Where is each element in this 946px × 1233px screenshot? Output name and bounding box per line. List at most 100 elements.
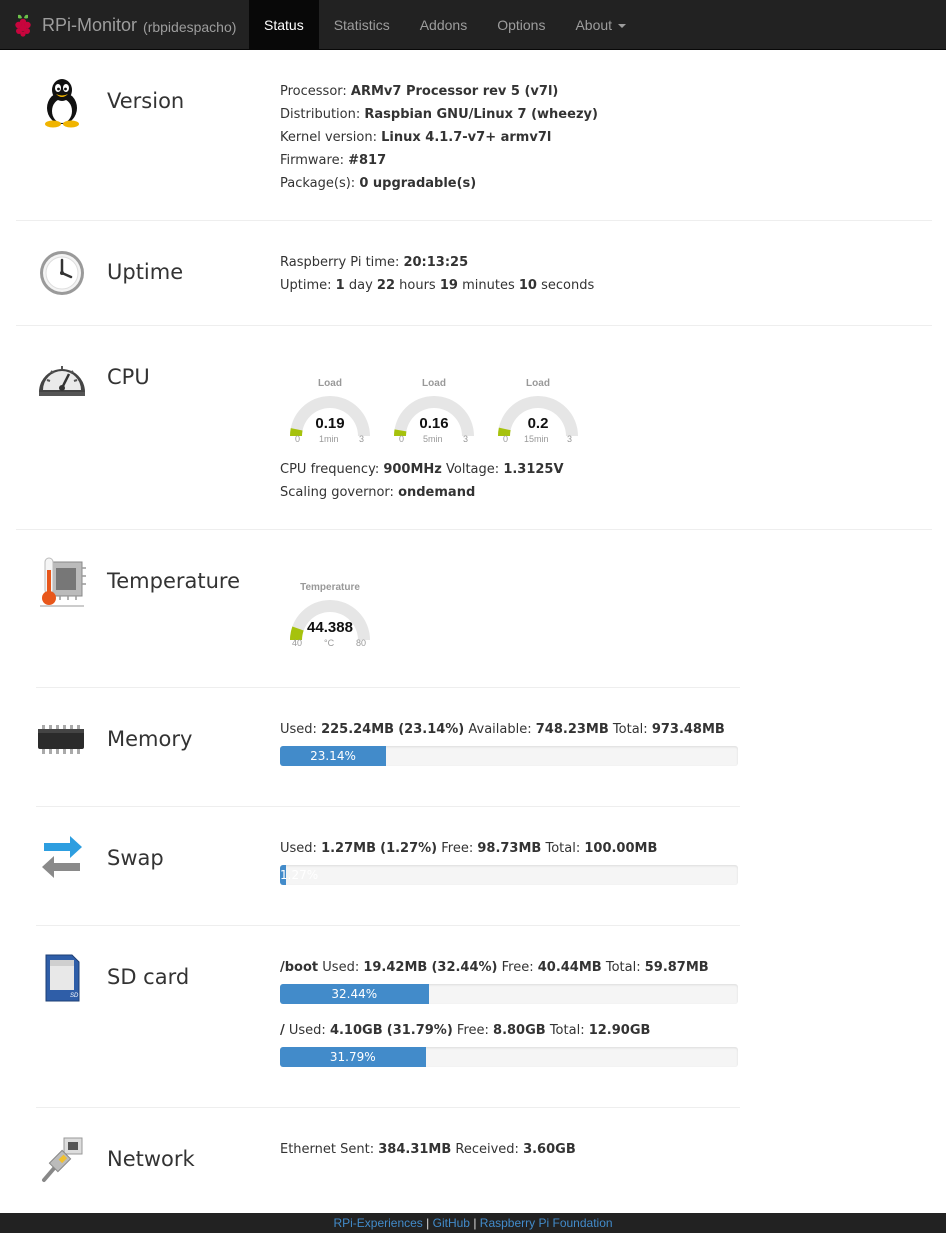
divider [36, 806, 740, 807]
gauge-title: Load [318, 378, 342, 389]
dashboard-gauge-icon [39, 366, 85, 396]
boot-used-pct: (32.44%) [431, 960, 498, 975]
cpu-frequency-value: 900MHz [383, 462, 442, 477]
cpu-title: CPU [107, 365, 150, 389]
memory-progress-fill: 23.14% [280, 746, 386, 766]
memory-info: Used: 225.24MB (23.14%) Available: 748.2… [280, 718, 725, 741]
boot-used-value: 19.42MB [363, 960, 428, 975]
divider [36, 1107, 740, 1108]
temperature-title: Temperature [107, 569, 241, 593]
divider [16, 529, 932, 530]
divider [16, 220, 932, 221]
cpu-info: CPU frequency: 900MHz Voltage: 1.3125V S… [280, 458, 564, 504]
cpu-load-gauge-15min: Load 0.2 0 15min 3 [488, 378, 588, 453]
nav-options[interactable]: Options [482, 0, 560, 50]
navbar: RPi-Monitor (rbpidespacho) Status Statis… [0, 0, 946, 50]
gauge-max: 3 [463, 434, 469, 444]
gauge-value: 0.19 [315, 415, 345, 432]
gauge-title: Load [526, 378, 550, 389]
sdcard-boot-info: /boot Used: 19.42MB (32.44%) Free: 40.44… [280, 956, 709, 979]
sdcard-root-info: / Used: 4.10GB (31.79%) Free: 8.80GB Tot… [280, 1019, 650, 1042]
root-total-value: 12.90GB [588, 1023, 651, 1038]
memory-usage-row: Used: 225.24MB (23.14%) Available: 748.2… [280, 722, 725, 737]
gauge-max: 3 [359, 434, 365, 444]
sd-card-icon: SD [45, 954, 80, 1002]
root-usage-row: / Used: 4.10GB (31.79%) Free: 8.80GB Tot… [280, 1023, 651, 1038]
footer-link-rpi-experiences[interactable]: RPi-Experiences [333, 1216, 422, 1230]
memory-used-value: 225.24MB [321, 722, 395, 737]
footer-link-github[interactable]: GitHub [433, 1216, 470, 1230]
gauge-title: Load [422, 378, 446, 389]
gauge-label: 15min [524, 434, 549, 444]
gauge-min: 0 [503, 434, 509, 444]
footer-link-raspberry-pi-foundation[interactable]: Raspberry Pi Foundation [480, 1216, 613, 1230]
processor-row: Processor: ARMv7 Processor rev 5 (v7l) [280, 84, 559, 99]
brand-name: RPi-Monitor [42, 14, 138, 35]
gauge-max: 3 [567, 434, 573, 444]
boot-progress-bar: 32.44% [280, 984, 738, 1004]
root-progress-bar: 31.79% [280, 1047, 738, 1067]
root-mount: / [280, 1023, 285, 1038]
firmware-row: Firmware: #817 [280, 153, 387, 168]
caret-down-icon [618, 24, 627, 28]
gauge-title: Temperature [300, 582, 360, 593]
kernel-row: Kernel version: Linux 4.1.7-v7+ armv7l [280, 130, 552, 145]
temperature-gauge: Temperature 44.388 40 °C 80 [280, 582, 380, 657]
sdcard-title: SD card [107, 965, 190, 989]
footer: RPi-Experiences | GitHub | Raspberry Pi … [0, 1213, 946, 1233]
boot-free-value: 40.44MB [537, 960, 602, 975]
memory-total-value: 973.48MB [651, 722, 725, 737]
nav-statistics[interactable]: Statistics [319, 0, 405, 50]
nav-about-dropdown[interactable]: About [560, 0, 641, 50]
swap-used-value: 1.27MB [321, 841, 376, 856]
boot-progress-fill: 32.44% [280, 984, 429, 1004]
memory-used-pct: (23.14%) [398, 722, 465, 737]
packages-row: Package(s): 0 upgradable(s) [280, 176, 477, 191]
cpu-thermometer-icon [40, 557, 86, 607]
main-nav: Status Statistics Addons Options About [249, 0, 641, 50]
footer-separator: | [473, 1216, 477, 1230]
swap-title: Swap [107, 846, 164, 870]
root-progress-fill: 31.79% [280, 1047, 426, 1067]
gauge-label: 5min [423, 434, 443, 444]
pi-time-row: Raspberry Pi time: 20:13:25 [280, 255, 469, 270]
uptime-title: Uptime [107, 260, 184, 284]
clock-icon [40, 251, 84, 295]
gauge-max: 80 [356, 638, 367, 648]
scaling-governor-row: Scaling governor: ondemand [280, 485, 476, 500]
divider [36, 925, 740, 926]
version-info: Processor: ARMv7 Processor rev 5 (v7l) D… [280, 80, 598, 195]
boot-total-value: 59.87MB [644, 960, 709, 975]
gauge-min: 40 [292, 638, 303, 648]
divider [16, 325, 932, 326]
nav-status[interactable]: Status [249, 0, 319, 50]
root-free-value: 8.80GB [493, 1023, 546, 1038]
swap-free-value: 98.73MB [477, 841, 542, 856]
distribution-row: Distribution: Raspbian GNU/Linux 7 (whee… [280, 107, 598, 122]
ethernet-cable-icon [42, 1137, 83, 1182]
gauge-min: 0 [399, 434, 405, 444]
gauge-value: 0.16 [419, 415, 449, 432]
memory-chip-icon [38, 725, 84, 754]
swap-usage-row: Used: 1.27MB (1.27%) Free: 98.73MB Total… [280, 841, 658, 856]
root-used-pct: (31.79%) [386, 1023, 453, 1038]
memory-available-value: 748.23MB [535, 722, 609, 737]
scaling-governor-value: ondemand [398, 485, 476, 500]
distribution-value: Raspbian GNU/Linux 7 (wheezy) [364, 107, 598, 122]
raspberry-logo-icon [15, 14, 31, 37]
pi-time-value: 20:13:25 [403, 255, 469, 270]
firmware-value: #817 [348, 153, 387, 168]
nav-addons[interactable]: Addons [405, 0, 482, 50]
brand-hostname: (rbpidespacho) [143, 19, 237, 35]
processor-value: ARMv7 Processor rev 5 (v7l) [350, 84, 559, 99]
cpu-load-gauge-1min: Load 0.19 0 1min 3 [280, 378, 380, 453]
uptime-info: Raspberry Pi time: 20:13:25 Uptime: 1 da… [280, 251, 594, 297]
nav-about-label: About [575, 17, 613, 33]
brand-link[interactable]: RPi-Monitor (rbpidespacho) [12, 0, 236, 50]
gauge-value: 44.388 [307, 619, 353, 636]
gauge-value: 0.2 [527, 415, 549, 432]
gauge-label: 1min [319, 434, 339, 444]
cpu-load-gauge-5min: Load 0.16 0 5min 3 [384, 378, 484, 453]
boot-usage-row: /boot Used: 19.42MB (32.44%) Free: 40.44… [280, 960, 709, 975]
swap-progress-bar: 1.27% [280, 865, 738, 885]
